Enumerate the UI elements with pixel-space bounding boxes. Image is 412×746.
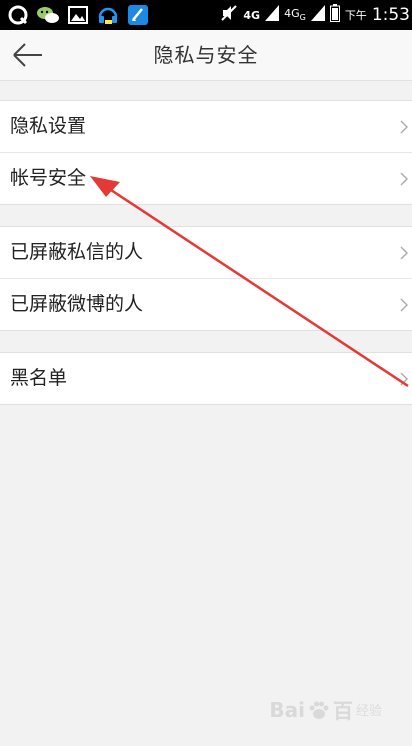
network-type: 4G [243, 8, 261, 22]
menu-item-privacy-settings[interactable]: 隐私设置 [0, 101, 412, 152]
settings-group-privacy: 隐私设置 帐号安全 [0, 100, 412, 205]
arrow-left-icon [13, 43, 42, 67]
status-bar: 4G 4GG 下午 1:53 [0, 0, 412, 30]
menu-item-label: 帐号安全 [10, 167, 87, 189]
signal-icon [265, 5, 280, 25]
page-title: 隐私与安全 [153, 43, 259, 67]
mute-icon [220, 4, 238, 26]
paw-icon [309, 701, 329, 719]
watermark-brand: Bai [269, 697, 305, 722]
menu-item-account-security[interactable]: 帐号安全 [0, 152, 412, 204]
chevron-right-icon [400, 372, 408, 386]
chevron-right-icon [400, 246, 408, 260]
headset-icon [96, 3, 120, 27]
qq-icon [6, 3, 30, 27]
menu-item-blocked-messages[interactable]: 已屏蔽私信的人 [0, 227, 412, 278]
battery-icon [329, 4, 340, 26]
menu-item-label: 黑名单 [10, 367, 68, 389]
settings-group-blocked: 已屏蔽私信的人 已屏蔽微博的人 [0, 226, 412, 331]
clean-icon [126, 3, 150, 27]
network-type-secondary: 4GG [284, 7, 306, 23]
chevron-right-icon [400, 298, 408, 312]
menu-item-blacklist[interactable]: 黑名单 [0, 353, 412, 404]
chevron-right-icon [400, 172, 408, 186]
menu-item-label: 已屏蔽私信的人 [10, 241, 144, 263]
watermark-brand-2: 百 [332, 699, 353, 723]
wechat-icon [36, 3, 60, 27]
settings-group-blacklist: 黑名单 [0, 352, 412, 405]
nav-bar: 隐私与安全 [0, 30, 412, 81]
time-prefix: 下午 [344, 9, 367, 22]
clock: 1:53 [371, 5, 410, 25]
menu-item-label: 已屏蔽微博的人 [10, 293, 144, 315]
baidu-jingyan-watermark: Bai 百 经验 [269, 695, 382, 724]
back-button[interactable] [10, 40, 52, 70]
chevron-right-icon [400, 120, 408, 134]
watermark-subtext: 经验 [355, 704, 382, 719]
gallery-icon [66, 3, 90, 27]
menu-item-label: 隐私设置 [10, 115, 87, 137]
menu-item-blocked-weibo[interactable]: 已屏蔽微博的人 [0, 278, 412, 330]
signal-icon-2 [310, 5, 325, 25]
